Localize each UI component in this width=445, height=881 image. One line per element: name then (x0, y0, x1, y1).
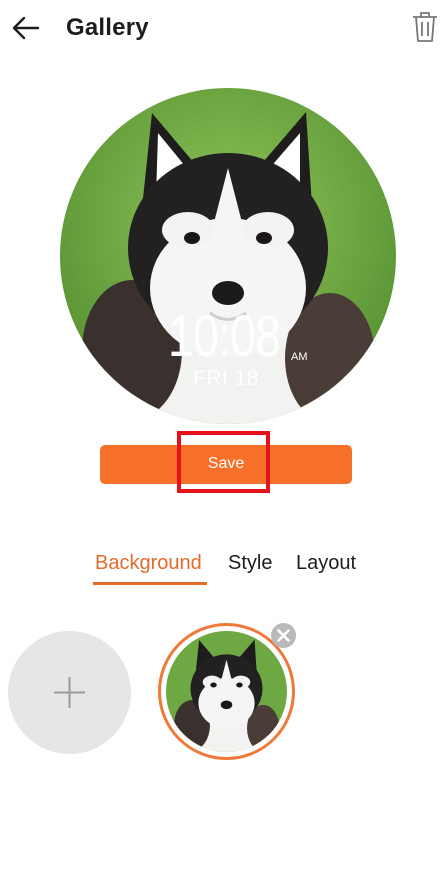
husky-thumbnail-photo (166, 631, 287, 752)
tab-layout[interactable]: Layout (296, 552, 356, 575)
clock-time: 10:08 (168, 304, 281, 369)
save-button-label: Save (207, 455, 245, 472)
watch-face-preview: 10:08 AM FRI 18 (60, 88, 396, 424)
trash-icon[interactable] (410, 10, 440, 44)
active-tab-indicator (93, 582, 207, 585)
close-circle-icon[interactable] (270, 622, 297, 649)
app-header: Gallery (0, 0, 445, 60)
add-background-button[interactable] (8, 631, 131, 754)
clock-date: FRI 18 (193, 367, 260, 390)
tab-style[interactable]: Style (228, 552, 272, 575)
tab-bar: Background Style Layout (0, 548, 445, 588)
background-thumbnail[interactable] (166, 631, 287, 752)
clock-ampm: AM (291, 351, 308, 363)
tab-background[interactable]: Background (95, 552, 202, 575)
arrow-left-icon[interactable] (10, 12, 42, 44)
plus-icon (54, 677, 85, 708)
save-button[interactable]: Save (100, 445, 352, 484)
page-title: Gallery (66, 14, 149, 41)
